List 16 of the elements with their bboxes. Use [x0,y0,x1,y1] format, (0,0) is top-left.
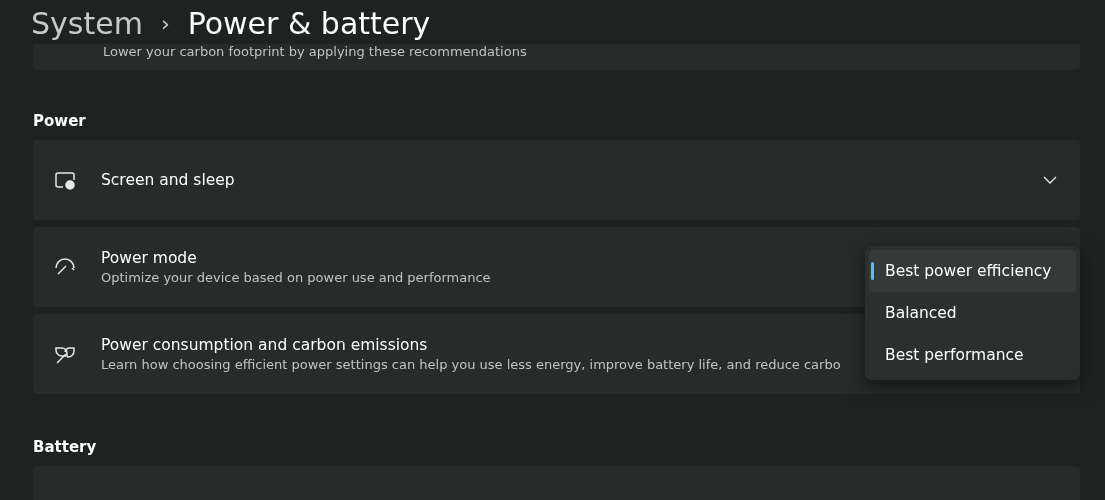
breadcrumb-parent[interactable]: System [31,5,143,41]
setting-description: Learn how choosing efficient power settings can help you use less energy, improve battery life, and reduce carbo [101,357,841,372]
settings-card[interactable]: Screen and sleep [33,140,1080,220]
setting-description: Optimize your device based on power use and performance [101,270,491,285]
card-description: Lower your carbon footprint by applying these recommendations [103,44,527,59]
recommendations-card[interactable]: Lower your carbon footprint by applying these recommendations [33,44,1080,70]
menu-option[interactable]: Best power efficiency [869,250,1076,292]
setting-title: Screen and sleep [101,171,235,189]
breadcrumb-separator: › [160,10,170,36]
section-heading: Battery [33,438,98,456]
selection-indicator [871,262,874,280]
menu-option[interactable]: Best performance [869,334,1076,376]
setting-title: Power mode [101,249,197,267]
page-title: Power & battery [187,5,431,41]
section-heading: Power [33,112,87,130]
setting-title: Power consumption and carbon emissions [101,336,428,354]
